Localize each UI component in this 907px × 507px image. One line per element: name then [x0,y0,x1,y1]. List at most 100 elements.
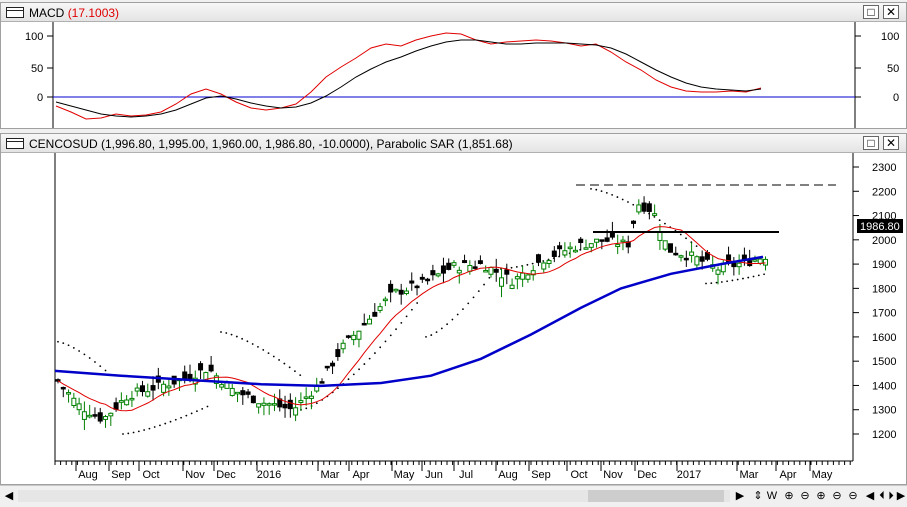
parabolic-sar-dots [57,187,765,435]
sar-dot [736,278,739,281]
y-tick-label: 1800 [872,283,896,295]
candle-body [535,254,541,263]
sar-dot [143,429,146,431]
candle-body [335,349,341,358]
zoom-in-button[interactable]: ⊕ [782,488,796,504]
y-tick-label: 2300 [872,162,896,174]
scroll-thumb[interactable] [588,490,724,502]
sar-dot [374,352,376,354]
sar-dot [72,347,75,349]
sar-dot [299,374,302,377]
x-tick-label: Nov [185,469,205,481]
y-tick-label: 1400 [872,380,896,392]
sar-dot [526,263,529,266]
candle-body [456,269,462,274]
candle-body [60,386,66,390]
maximize-button[interactable]: □ [863,136,879,150]
candle-body [699,256,705,262]
reset-scale-button[interactable]: ⇕ [752,488,764,504]
y-tick-label: 2200 [872,186,896,198]
price-window: CENCOSUD (1,996.80, 1,995.00, 1,960.00, … [0,133,907,485]
sar-dot [472,296,475,299]
sar-dot [246,340,249,343]
candle-body [477,260,483,264]
candle-body [604,237,610,242]
candle-body [139,385,145,393]
candle-body [440,265,446,274]
sar-dot [241,337,244,340]
scroll-left-button[interactable]: ◀ [2,488,16,504]
sar-dot [174,418,177,421]
sar-dot [137,430,140,433]
last-page-button[interactable]: ▶ [896,488,906,504]
sar-dot [705,282,707,285]
candle-body [108,412,114,417]
candle-body [409,280,415,284]
candle-body [483,269,489,273]
candle-body [166,385,172,389]
sar-dot [122,433,124,435]
candle-body [293,407,299,416]
sar-dot [220,331,222,333]
sar-dot [605,191,608,194]
candle-body [282,403,288,409]
candle-body [377,306,383,311]
candle-body [388,283,394,293]
sar-dot [425,336,427,338]
candle-body [662,240,668,250]
macd-right-ticks: 100 50 0 [855,31,899,104]
candle-body [578,238,584,244]
candle-body [425,278,431,282]
sar-dot [235,335,238,338]
candle-body [488,266,494,275]
x-tick-label: Apr [352,469,369,481]
sar-dot [695,245,698,248]
maximize-button[interactable]: □ [863,5,879,19]
sar-dot [225,332,228,334]
sar-dot [83,353,86,356]
price-plot[interactable]: 2300220021002000190018001700160015001400… [1,153,906,484]
x-tick-label: May [812,469,833,481]
candle-body [594,238,600,243]
candle-body [736,262,742,268]
sar-dot [400,321,403,324]
sar-dot [715,281,718,284]
candle-body [367,318,373,325]
price-title: CENCOSUD (1,996.80, 1,995.00, 1,960.00, … [29,137,513,151]
zoom-out-3-button[interactable]: ⊖ [846,488,860,504]
zoom-in-2-button[interactable]: ⊕ [814,488,828,504]
sar-dot [477,290,480,293]
sar-dot [262,349,265,351]
first-page-button[interactable]: ◀ [864,488,876,504]
candle-body [372,311,378,317]
sar-dot [67,344,70,347]
sar-dot [57,340,59,343]
macd-titlebar[interactable]: MACD (17.1003) □ ✕ [1,3,906,22]
close-button[interactable]: ✕ [883,5,899,19]
x-tick-label: Apr [779,469,796,481]
candle-body [235,391,241,395]
candle-body [667,243,673,253]
macd-value: (17.1003) [67,6,120,20]
sar-dot [685,237,687,240]
sar-dot [278,359,280,361]
scroll-right-button[interactable]: ▶ [733,488,747,504]
next-page-button[interactable]: ⏵ [886,488,896,504]
sar-dot [196,410,198,413]
close-button[interactable]: ✕ [883,136,899,150]
candle-body [250,395,256,404]
candle-body [245,391,251,395]
macd-plot[interactable]: 100 50 0 100 50 0 [1,22,906,128]
x-tick-label: Dec [637,469,657,481]
sar-dot [379,346,382,349]
candle-body [731,262,737,268]
zoom-out-2-button[interactable]: ⊖ [830,488,844,504]
sar-dot [395,328,397,331]
price-titlebar[interactable]: CENCOSUD (1,996.80, 1,995.00, 1,960.00, … [1,134,906,153]
weekly-button[interactable]: W [766,488,778,504]
candle-body [393,288,399,292]
candle-body [588,243,594,248]
zoom-out-button[interactable]: ⊖ [798,488,812,504]
candle-body [567,246,573,250]
sar-dot [405,315,408,318]
